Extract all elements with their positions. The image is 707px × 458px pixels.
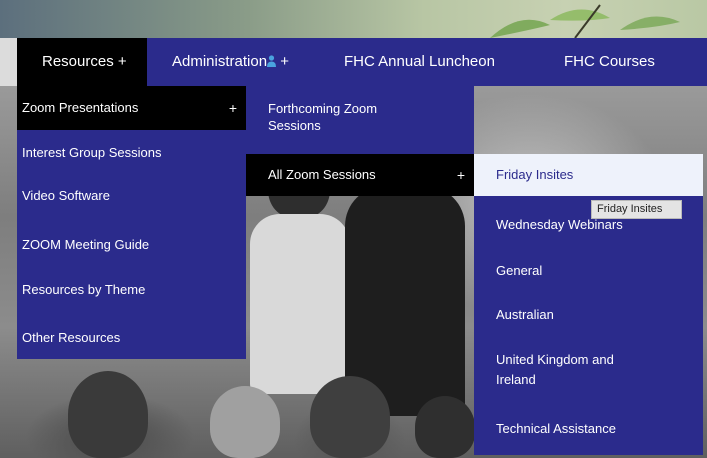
photo-figure <box>68 371 148 458</box>
menu-item-label: General <box>496 263 543 278</box>
nav-item-label: Administration <box>172 53 268 70</box>
menu-item-all-zoom-sessions[interactable]: All Zoom Sessions + <box>246 154 474 196</box>
menu-item-label: United Kingdom and <box>496 352 614 367</box>
menu-item-australian[interactable]: Australian <box>474 289 703 336</box>
menu-item-label: Resources by Theme <box>22 282 146 297</box>
submenu-plus-icon: + <box>228 100 237 116</box>
menu-item-uk-ireland[interactable]: United Kingdom and Ireland <box>474 336 703 406</box>
menu-item-label: Sessions <box>268 118 321 133</box>
menu-item-general[interactable]: General <box>474 242 703 289</box>
nav-item-resources[interactable]: Resources + <box>17 38 147 86</box>
menu-item-label: Australian <box>496 307 554 322</box>
menu-item-zoom-guide[interactable]: ZOOM Meeting Guide <box>17 220 246 265</box>
nav-item-label: Resources + <box>42 53 127 70</box>
main-navbar: Resources + Administration + FHC Annual … <box>17 38 707 86</box>
menu-item-label: Forthcoming Zoom <box>268 101 378 116</box>
menu-item-label: Video Software <box>22 188 110 203</box>
nav-item-courses[interactable]: FHC Courses <box>564 38 655 86</box>
menu-item-resources-by-theme[interactable]: Resources by Theme <box>17 265 246 310</box>
photo-figure <box>310 376 390 458</box>
zoom-presentations-submenu: Forthcoming Zoom Sessions All Zoom Sessi… <box>246 86 474 196</box>
menu-item-friday-insites[interactable]: Friday Insites <box>474 154 703 196</box>
tooltip: Friday Insites <box>591 200 682 219</box>
photo-figure <box>210 386 280 458</box>
menu-item-label: Other Resources <box>22 330 121 345</box>
header-banner-image <box>0 0 707 38</box>
nav-item-luncheon[interactable]: FHC Annual Luncheon <box>344 38 495 86</box>
menu-item-label: Zoom Presentations <box>22 100 139 115</box>
menu-item-zoom-presentations[interactable]: Zoom Presentations + <box>17 86 246 130</box>
menu-item-technical-assistance[interactable]: Technical Assistance <box>474 406 703 455</box>
submenu-plus-icon: + <box>456 167 465 183</box>
menu-item-interest-group[interactable]: Interest Group Sessions <box>17 130 246 175</box>
leaf-decoration <box>490 4 680 38</box>
nav-item-label: FHC Courses <box>564 53 655 70</box>
person-icon <box>267 55 277 67</box>
nav-item-plus: + <box>276 53 289 70</box>
nav-item-administration[interactable]: Administration + <box>172 38 289 86</box>
menu-item-label: Interest Group Sessions <box>22 145 162 160</box>
menu-item-label: Friday Insites <box>496 167 574 182</box>
menu-item-label: Technical Assistance <box>496 421 616 436</box>
menu-item-video-software[interactable]: Video Software <box>17 175 246 220</box>
menu-item-label: All Zoom Sessions <box>268 167 376 182</box>
menu-item-other-resources[interactable]: Other Resources <box>17 310 246 359</box>
menu-item-label: Wednesday Webinars <box>496 217 623 232</box>
menu-item-forthcoming-zoom[interactable]: Forthcoming Zoom Sessions <box>246 86 474 154</box>
nav-item-label: FHC Annual Luncheon <box>344 53 495 70</box>
photo-figure <box>250 214 350 394</box>
photo-figure <box>415 396 475 458</box>
menu-item-label: ZOOM Meeting Guide <box>22 237 150 252</box>
resources-dropdown: Zoom Presentations + Interest Group Sess… <box>17 86 246 359</box>
menu-item-label: Ireland <box>496 372 536 387</box>
